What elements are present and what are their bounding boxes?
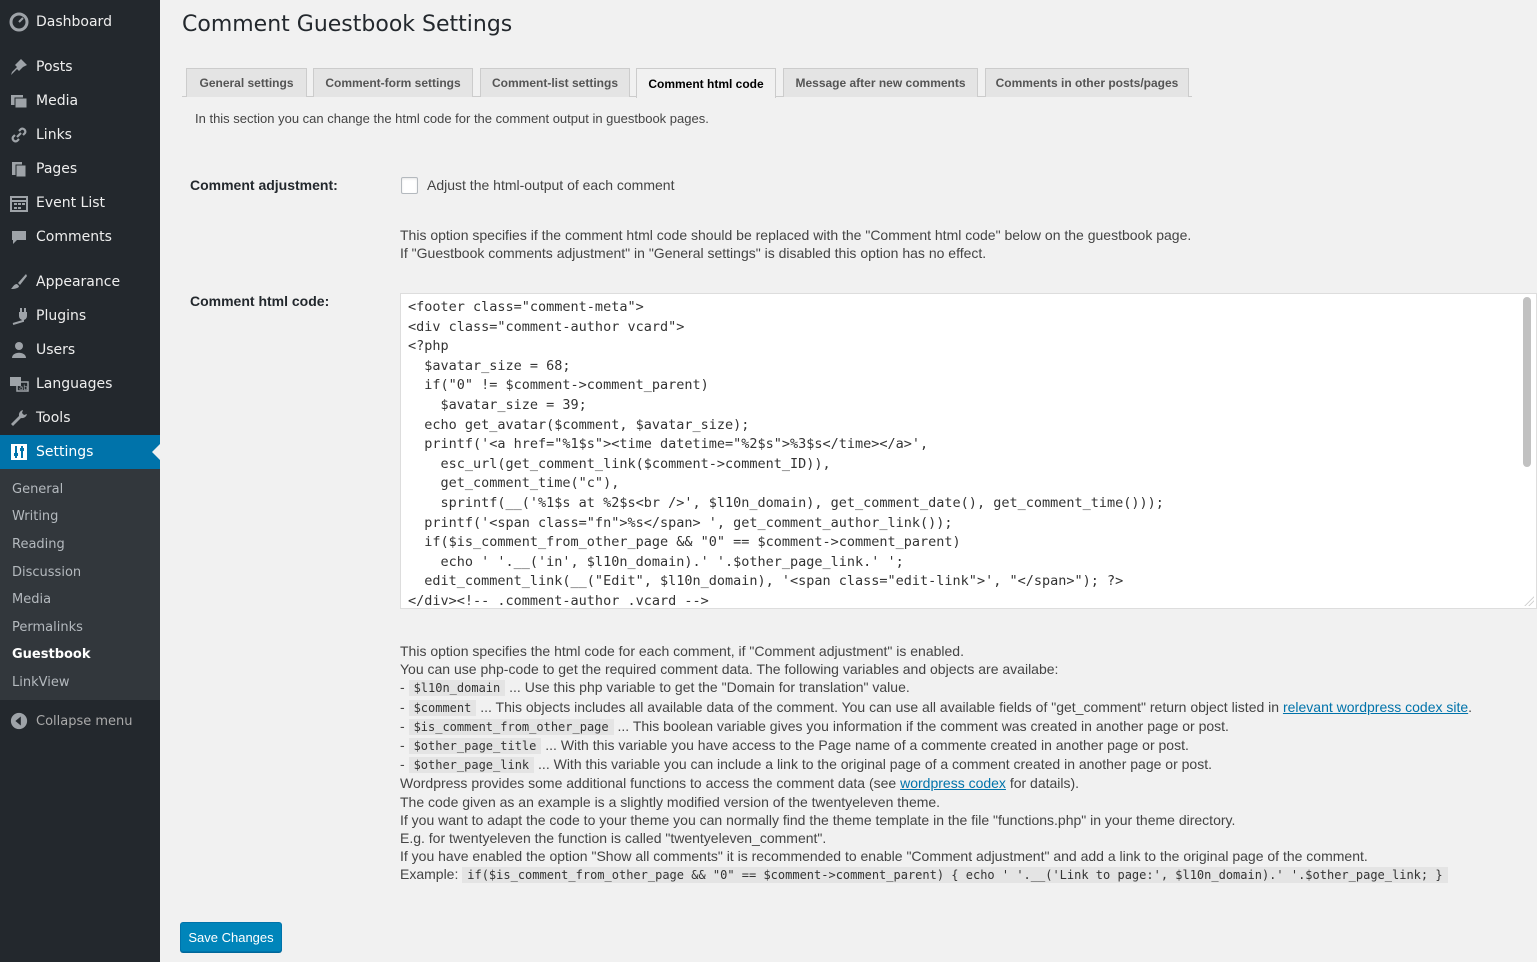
help-var-line: - $l10n_domain ... Use this php variable… bbox=[400, 679, 910, 697]
comment-icon bbox=[12, 231, 26, 244]
code-snippet: $is_comment_from_other_page bbox=[408, 718, 614, 735]
menu-label: Media bbox=[36, 93, 79, 109]
section-intro: In this section you can change the html … bbox=[195, 111, 709, 126]
submenu-writing[interactable]: Writing bbox=[12, 509, 58, 524]
help-line: This option specifies the html code for … bbox=[400, 643, 964, 659]
submenu-guestbook[interactable]: Guestbook bbox=[12, 647, 91, 662]
help-line: Wordpress provides some additional funct… bbox=[400, 775, 1080, 792]
menu-settings[interactable]: Settings bbox=[0, 435, 160, 469]
help-example-line: Example: if($is_comment_from_other_page … bbox=[400, 865, 1472, 884]
menu-tools[interactable]: Tools bbox=[0, 401, 160, 435]
code-snippet: $comment bbox=[408, 699, 477, 716]
admin-sidebar: Dashboard Posts Media Links Pages Event … bbox=[0, 0, 160, 962]
comment-adjustment-checkbox[interactable] bbox=[401, 177, 418, 194]
codex-site-link[interactable]: relevant wordpress codex site bbox=[1283, 699, 1468, 715]
html-code-help: This option specifies the html code for … bbox=[400, 642, 1472, 885]
tab-comment-form-settings[interactable]: Comment-form settings bbox=[313, 68, 473, 97]
page-title: Comment Guestbook Settings bbox=[182, 12, 513, 37]
tab-comment-html-code[interactable]: Comment html code bbox=[636, 68, 776, 98]
comment-html-code-textarea[interactable]: <footer class="comment-meta"> <div class… bbox=[400, 293, 1537, 609]
menu-label: Appearance bbox=[36, 274, 121, 290]
pin-icon bbox=[11, 59, 27, 75]
calendar-icon bbox=[10, 196, 28, 212]
link-icon bbox=[11, 127, 27, 143]
menu-label: Posts bbox=[36, 59, 73, 75]
collapse-menu-button[interactable]: Collapse menu bbox=[0, 708, 160, 736]
help-line: E.g. for twentyeleven the function is ca… bbox=[400, 830, 827, 847]
collapse-icon bbox=[10, 712, 28, 730]
help-var-line: - $other_page_title ... With this variab… bbox=[400, 737, 1189, 755]
help-line: If you want to adapt the code to your th… bbox=[400, 811, 1236, 828]
menu-label: Pages bbox=[36, 161, 78, 177]
tab-message-after-new-comments[interactable]: Message after new comments bbox=[783, 68, 978, 97]
help-var-line: - $is_comment_from_other_page ... This b… bbox=[400, 717, 1229, 735]
code-content[interactable]: <footer class="comment-meta"> <div class… bbox=[408, 298, 1164, 608]
adjustment-description: If "Guestbook comments adjustment" in "G… bbox=[400, 245, 987, 261]
dashboard-icon bbox=[9, 12, 29, 32]
tab-general-settings[interactable]: General settings bbox=[186, 68, 307, 97]
menu-posts[interactable]: Posts bbox=[0, 50, 160, 84]
tab-comments-in-other-posts[interactable]: Comments in other posts/pages bbox=[985, 68, 1189, 97]
menu-pages[interactable]: Pages bbox=[0, 152, 160, 186]
wrench-icon bbox=[11, 410, 27, 426]
menu-appearance[interactable]: Appearance bbox=[0, 265, 160, 299]
menu-comments[interactable]: Comments bbox=[0, 220, 160, 254]
menu-users[interactable]: Users bbox=[0, 333, 160, 367]
save-changes-button[interactable]: Save Changes bbox=[180, 922, 282, 952]
comment-adjustment-label: Comment adjustment: bbox=[190, 177, 338, 193]
code-snippet: $other_page_title bbox=[408, 738, 542, 755]
submenu-discussion[interactable]: Discussion bbox=[12, 565, 81, 580]
tab-comment-list-settings[interactable]: Comment-list settings bbox=[480, 68, 630, 97]
menu-links[interactable]: Links bbox=[0, 118, 160, 152]
submenu-permalinks[interactable]: Permalinks bbox=[12, 620, 83, 635]
menu-languages[interactable]: ab Languages bbox=[0, 367, 160, 401]
collapse-label: Collapse menu bbox=[36, 714, 133, 729]
menu-event-list[interactable]: Event List bbox=[0, 186, 160, 220]
code-snippet: $l10n_domain bbox=[408, 680, 506, 697]
languages-icon: ab bbox=[10, 377, 29, 392]
svg-text:ab: ab bbox=[19, 384, 28, 392]
help-line: You can use php-code to get the required… bbox=[400, 661, 1059, 678]
menu-label: Links bbox=[36, 127, 72, 143]
help-var-line: - $comment ... This objects includes all… bbox=[400, 698, 1473, 716]
menu-label: Event List bbox=[36, 195, 106, 211]
settings-submenu: General Writing Reading Discussion Media… bbox=[0, 469, 160, 700]
submenu-media[interactable]: Media bbox=[12, 592, 51, 607]
menu-label: Settings bbox=[36, 444, 94, 460]
comment-adjustment-checkbox-label[interactable]: Adjust the html-output of each comment bbox=[427, 177, 674, 193]
menu-dashboard[interactable]: Dashboard bbox=[0, 5, 160, 39]
adjustment-description: This option specifies if the comment htm… bbox=[400, 227, 1192, 243]
textarea-scrollbar[interactable] bbox=[1523, 297, 1531, 467]
menu-plugins[interactable]: Plugins bbox=[0, 299, 160, 333]
page-icon bbox=[12, 162, 27, 178]
menu-media[interactable]: Media bbox=[0, 84, 160, 118]
plug-icon bbox=[12, 308, 27, 325]
menu-label: Languages bbox=[36, 376, 113, 392]
submenu-general[interactable]: General bbox=[12, 482, 63, 497]
resize-grip-icon[interactable] bbox=[1524, 596, 1534, 606]
help-line: The code given as an example is a slight… bbox=[400, 793, 941, 810]
menu-label: Tools bbox=[36, 410, 71, 426]
menu-label: Users bbox=[36, 342, 76, 358]
example-code: if($is_comment_from_other_page && "0" ==… bbox=[462, 867, 1448, 884]
media-icon bbox=[11, 95, 28, 109]
help-line: If you have enabled the option "Show all… bbox=[400, 848, 1368, 865]
wordpress-codex-link[interactable]: wordpress codex bbox=[900, 775, 1006, 791]
settings-icon bbox=[11, 444, 27, 460]
menu-label: Plugins bbox=[36, 308, 87, 324]
code-snippet: $other_page_link bbox=[408, 757, 535, 774]
comment-html-code-label: Comment html code: bbox=[190, 293, 330, 309]
menu-label: Comments bbox=[36, 229, 112, 245]
user-icon bbox=[12, 342, 26, 358]
submenu-reading[interactable]: Reading bbox=[12, 537, 65, 552]
submenu-linkview[interactable]: LinkView bbox=[12, 675, 69, 690]
help-var-line: - $other_page_link ... With this variabl… bbox=[400, 756, 1212, 774]
menu-label: Dashboard bbox=[36, 14, 112, 30]
brush-icon bbox=[11, 274, 27, 289]
